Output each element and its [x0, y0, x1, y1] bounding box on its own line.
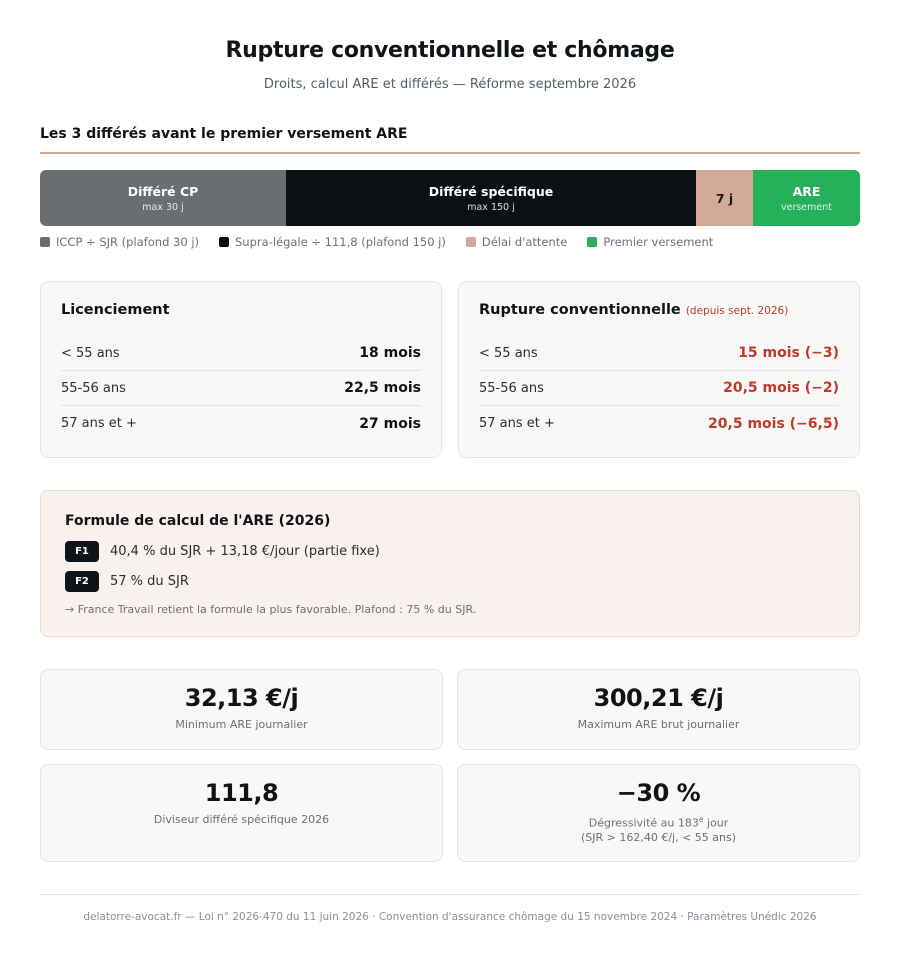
duration-row: 55-56 ans 22,5 mois — [61, 371, 421, 406]
legend-swatch — [587, 237, 598, 247]
stat-label-suffix: jour — [703, 816, 729, 830]
stat-label: Dégressivité au 183e jour (SJR > 162,40 … — [458, 813, 859, 845]
card-title-note: (depuis sept. 2026) — [685, 305, 789, 317]
age-range: < 55 ans — [479, 345, 538, 361]
legend-label: Délai d'attente — [481, 235, 568, 249]
duration-row: < 55 ans 15 mois (−3) — [479, 336, 839, 371]
legend-item-iccp: ICCP ÷ SJR (plafond 30 j) — [40, 235, 199, 249]
duration-row: 57 ans et + 20,5 mois (−6,5) — [479, 406, 839, 441]
section-title-differes: Les 3 différés avant le premier versemen… — [40, 126, 408, 142]
segment-sublabel: versement — [780, 201, 832, 213]
formula-title: Formule de calcul de l'ARE (2026) — [65, 513, 331, 529]
formula-text: 57 % du SJR — [110, 574, 189, 589]
age-range: 55-56 ans — [61, 380, 126, 396]
stat-card-degressivite: −30 % Dégressivité au 183e jour (SJR > 1… — [457, 764, 860, 862]
legend-label: Supra-légale ÷ 111,8 (plafond 150 j) — [235, 235, 446, 249]
segment-are-versement: ARE versement — [753, 170, 860, 226]
segment-sublabel: max 150 j — [467, 201, 515, 213]
age-range: < 55 ans — [61, 345, 120, 361]
stat-value: −30 % — [616, 779, 701, 807]
legend-swatch — [465, 237, 476, 247]
legend-swatch — [219, 237, 229, 247]
card-title: Licenciement — [61, 302, 170, 318]
age-range: 57 ans et + — [479, 416, 555, 431]
formula-card: Formule de calcul de l'ARE (2026) F1 40,… — [40, 490, 860, 637]
duration-row: 55-56 ans 20,5 mois (−2) — [479, 371, 839, 406]
licenciement-card: Licenciement < 55 ans 18 mois 55-56 ans … — [40, 281, 442, 458]
footer-text: delatorre-avocat.fr — Loi n° 2026-470 du… — [83, 911, 817, 923]
stat-label: Minimum ARE journalier — [175, 718, 308, 731]
segment-differe-cp: Différé CP max 30 j — [40, 170, 286, 226]
legend-swatch — [40, 237, 50, 247]
formula-row-f1: F1 40,4 % du SJR + 13,18 €/jour (partie … — [65, 541, 835, 562]
formula-text: 40,4 % du SJR + 13,18 €/jour (partie fix… — [110, 544, 380, 559]
stat-card-maximum-are: 300,21 €/j Maximum ARE brut journalier — [457, 669, 860, 750]
differes-timeline: Différé CP max 30 j Différé spécifique m… — [40, 170, 860, 226]
duration-value: 22,5 mois — [344, 380, 421, 396]
legend-label: ICCP ÷ SJR (plafond 30 j) — [56, 235, 199, 249]
age-range: 55-56 ans — [479, 380, 544, 396]
stat-label-line2: (SJR > 162,40 €/j, < 55 ans) — [580, 830, 737, 844]
segment-label: Différé spécifique — [428, 183, 554, 199]
duration-value: 15 mois (−3) — [738, 345, 839, 361]
legend-item-delai-attente: Délai d'attente — [465, 235, 568, 249]
duration-value: 20,5 mois (−6,5) — [708, 415, 839, 432]
stat-card-diviseur: 111,8 Diviseur différé spécifique 2026 — [40, 764, 443, 862]
card-title-text: Rupture conventionnelle — [479, 302, 681, 318]
segment-label: ARE — [792, 183, 821, 199]
formula-row-f2: F2 57 % du SJR — [65, 571, 835, 592]
legend-item-supra-legale: Supra-légale ÷ 111,8 (plafond 150 j) — [219, 235, 446, 249]
segment-label: 7 j — [715, 190, 734, 206]
duration-value: 18 mois — [359, 345, 421, 361]
stat-label: Maximum ARE brut journalier — [577, 718, 740, 731]
card-title: Rupture conventionnelle (depuis sept. 20… — [479, 302, 839, 326]
duration-row: < 55 ans 18 mois — [61, 336, 421, 371]
age-range: 57 ans et + — [61, 416, 137, 431]
legend-item-premier-versement: Premier versement — [587, 235, 713, 249]
segment-delai-attente: 7 j — [696, 170, 753, 226]
stat-card-minimum-are: 32,13 €/j Minimum ARE journalier — [40, 669, 443, 750]
section-divider — [40, 152, 860, 154]
stat-value: 111,8 — [204, 779, 279, 807]
segment-label: Différé CP — [127, 183, 199, 199]
formula-badge: F1 — [65, 541, 99, 562]
legend-label: Premier versement — [603, 235, 714, 249]
stat-label: Diviseur différé spécifique 2026 — [153, 813, 330, 826]
segment-sublabel: max 30 j — [142, 201, 184, 213]
duration-value: 27 mois — [359, 415, 421, 432]
footer-divider — [40, 894, 860, 895]
stat-value: 32,13 €/j — [184, 684, 299, 712]
timeline-legend: ICCP ÷ SJR (plafond 30 j) Supra-légale ÷… — [40, 235, 713, 249]
stat-value: 300,21 €/j — [593, 684, 724, 712]
rupture-conventionnelle-card: Rupture conventionnelle (depuis sept. 20… — [458, 281, 860, 458]
duration-value: 20,5 mois (−2) — [723, 380, 839, 396]
formula-badge: F2 — [65, 571, 99, 592]
page-subtitle: Droits, calcul ARE et différés — Réforme… — [263, 77, 637, 92]
page-title: Rupture conventionnelle et chômage — [225, 38, 675, 63]
duration-row: 57 ans et + 27 mois — [61, 406, 421, 441]
segment-differe-specifique: Différé spécifique max 150 j — [286, 170, 696, 226]
stat-label-prefix: Dégressivité au 183 — [588, 816, 699, 830]
formula-note: → France Travail retient la formule la p… — [65, 603, 477, 616]
